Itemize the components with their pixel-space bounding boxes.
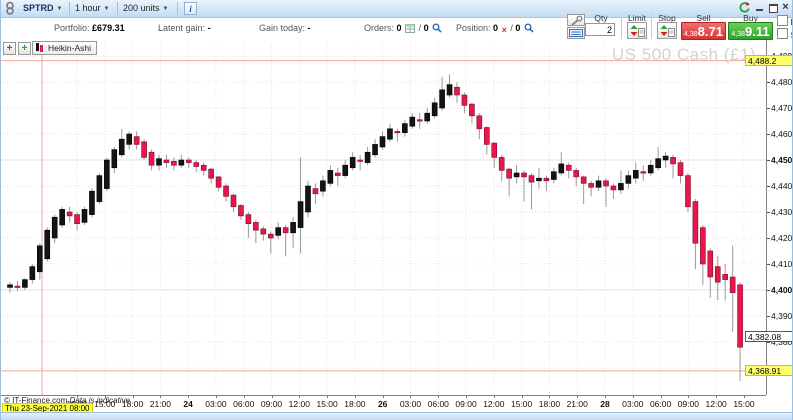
price-tick-label: 4,470 bbox=[771, 103, 793, 113]
current-price-label: 4,382.08 bbox=[745, 330, 792, 342]
position-close-icon[interactable]: × bbox=[502, 25, 507, 35]
position-field: Position: 0 × / 0 bbox=[456, 23, 535, 35]
price-tick-label: 4,430 bbox=[771, 207, 793, 217]
keyboard-button[interactable] bbox=[567, 27, 585, 39]
trade-panel: Qty Limit Stop Sell 4,388.71 Buy 4,389.1… bbox=[561, 12, 792, 40]
portfolio-field: Portfolio: £679.31 bbox=[54, 23, 125, 33]
orders-count: 0 bbox=[396, 23, 402, 33]
toolbar-separator bbox=[177, 2, 178, 15]
candlestick-chart bbox=[1, 42, 766, 395]
units-dropdown[interactable]: 200 units ▼ bbox=[123, 2, 168, 15]
price-tick-mark bbox=[767, 82, 770, 83]
latent-gain-value: - bbox=[207, 23, 211, 33]
price-tick-mark bbox=[767, 238, 770, 239]
window-bottom-edge bbox=[1, 412, 792, 420]
price-tick-label: 4,440 bbox=[771, 181, 793, 191]
candle-icon bbox=[36, 43, 45, 52]
price-tick-mark bbox=[767, 316, 770, 317]
stop-order-icon bbox=[660, 25, 675, 37]
level-price-label: 4,368.91 bbox=[745, 364, 792, 376]
orders-field: Orders: 0 / 0 bbox=[364, 23, 443, 35]
trading-platform-window: SPTRD ▼ 1 hour ▼ 200 units ▼ i × Portfolio:… bbox=[0, 0, 793, 420]
limit-order-button[interactable] bbox=[627, 22, 647, 39]
tab-heikin-ashi[interactable]: Heikin-Ashi bbox=[32, 41, 97, 55]
gain-today-field: Gain today: - bbox=[259, 23, 311, 33]
price-tick-label: 4,410 bbox=[771, 259, 793, 269]
limit-order-icon bbox=[630, 25, 645, 37]
chevron-down-icon: ▼ bbox=[162, 6, 169, 12]
time-tick-label: 15:00 bbox=[727, 395, 761, 409]
price-tick-mark bbox=[767, 212, 770, 213]
stop-order-button[interactable] bbox=[657, 22, 677, 39]
sell-button[interactable]: 4,38 8.71 bbox=[681, 22, 726, 40]
qty-header: Qty bbox=[594, 13, 608, 23]
chart-plot[interactable] bbox=[1, 40, 766, 395]
keyboard-icon bbox=[569, 29, 583, 37]
orders-count2: 0 bbox=[423, 23, 429, 33]
axis-corner bbox=[766, 395, 792, 412]
price-tick-mark bbox=[767, 290, 770, 291]
price-tick-label: 4,400 bbox=[771, 285, 793, 295]
add-buy-button[interactable]: + bbox=[18, 42, 31, 55]
price-tick-label: 4,460 bbox=[771, 129, 793, 139]
position-count2: 0 bbox=[515, 23, 521, 33]
portfolio-value: £679.31 bbox=[92, 23, 125, 33]
position-count: 0 bbox=[493, 23, 499, 33]
price-tick-label: 4,450 bbox=[771, 155, 793, 165]
qty-input[interactable] bbox=[585, 23, 615, 36]
price-tick-mark bbox=[767, 160, 770, 161]
gain-today-value: - bbox=[307, 23, 311, 33]
price-tick-label: 4,390 bbox=[771, 311, 793, 321]
price-tick-mark bbox=[767, 134, 770, 135]
level-price-label: 4,488.2 bbox=[745, 54, 792, 66]
toolbar-separator bbox=[69, 2, 70, 15]
wrench-icon bbox=[570, 15, 582, 26]
price-tick-mark bbox=[767, 108, 770, 109]
price-tick-label: 4,480 bbox=[771, 77, 793, 87]
latent-gain-field: Latent gain: - bbox=[158, 23, 211, 33]
add-sell-button[interactable]: + bbox=[3, 42, 16, 55]
price-axis[interactable]: 4,4904,4804,4704,4604,4504,4404,4304,420… bbox=[766, 40, 793, 412]
buy-button[interactable]: 4,38 9.11 bbox=[728, 22, 773, 40]
price-tick-mark bbox=[767, 264, 770, 265]
orders-table-icon[interactable] bbox=[405, 24, 416, 35]
timeframe-dropdown[interactable]: 1 hour ▼ bbox=[75, 2, 109, 15]
symbol-dropdown[interactable]: SPTRD ▼ bbox=[23, 2, 62, 15]
position-search-icon[interactable] bbox=[524, 23, 534, 35]
toolbar-separator bbox=[117, 2, 118, 15]
price-tick-mark bbox=[767, 186, 770, 187]
limit-checkbox[interactable] bbox=[777, 15, 788, 26]
stop-checkbox[interactable] bbox=[777, 28, 788, 39]
info-button[interactable]: i bbox=[184, 2, 197, 15]
price-tick-label: 4,420 bbox=[771, 233, 793, 243]
instrument-watermark: US 500 Cash (£1) bbox=[611, 45, 756, 64]
orders-search-icon[interactable] bbox=[432, 23, 442, 35]
chevron-down-icon: ▼ bbox=[56, 6, 63, 12]
chevron-down-icon: ▼ bbox=[103, 6, 110, 12]
